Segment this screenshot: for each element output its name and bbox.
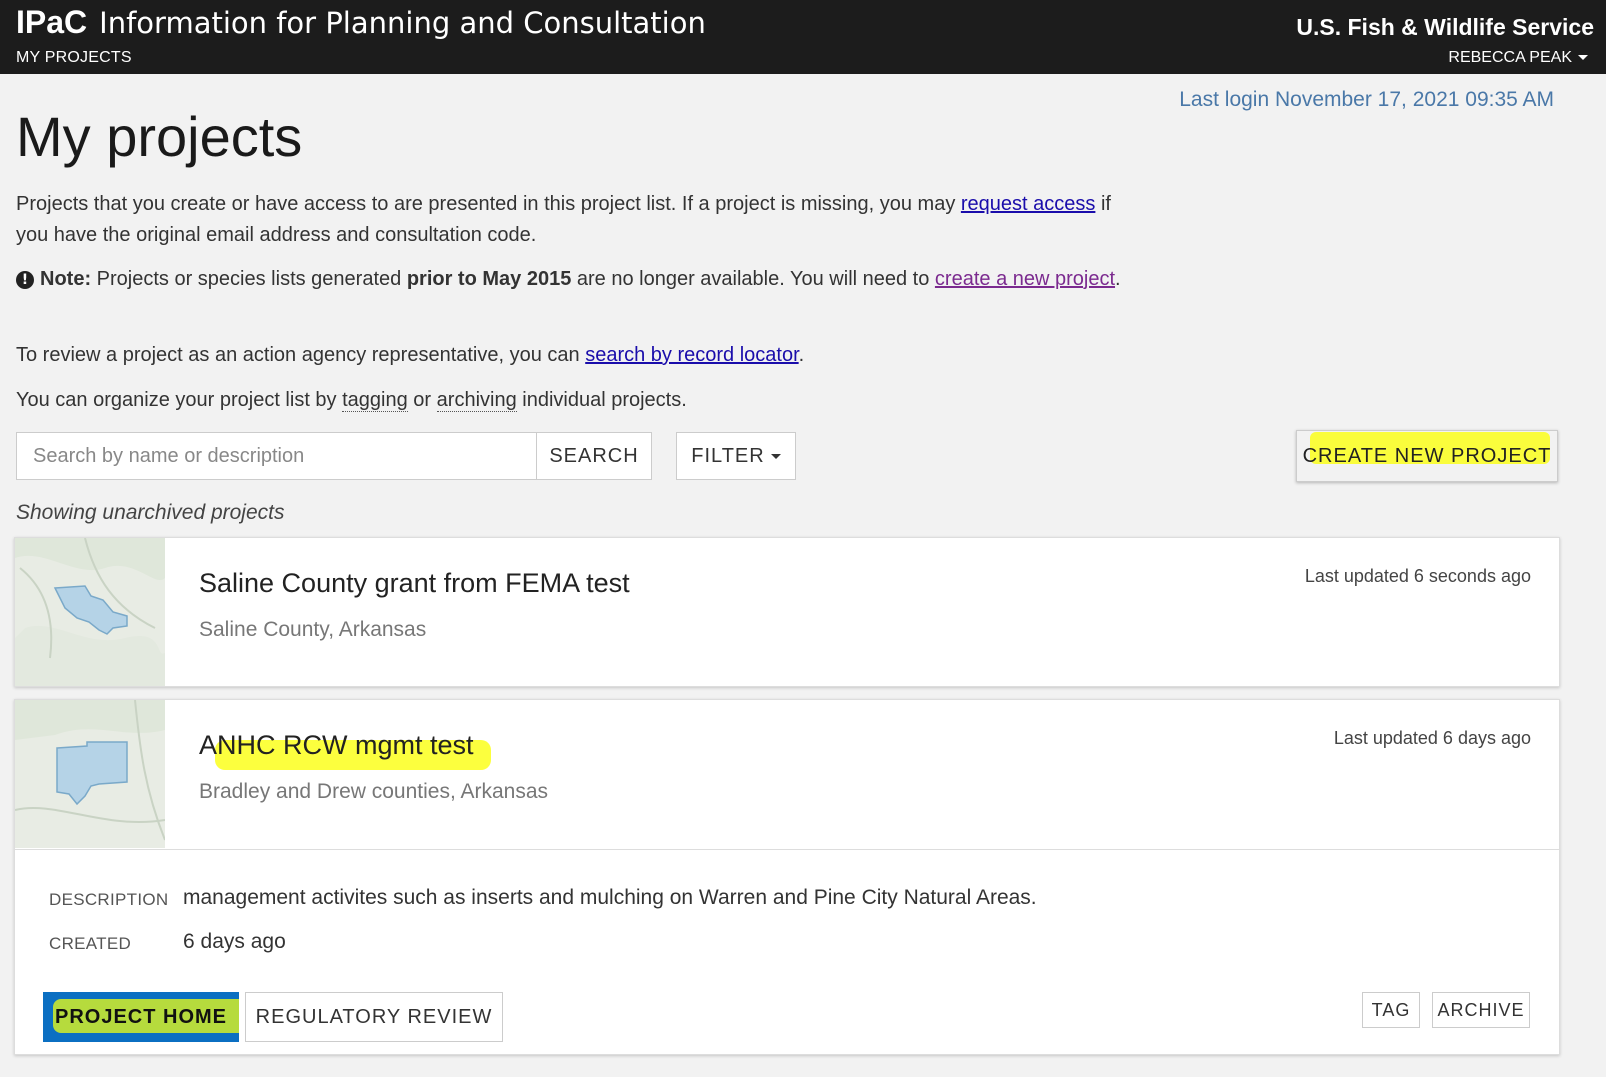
description-label: DESCRIPTION [49,890,169,909]
project-created: 6 days ago [183,930,286,953]
created-label: CREATED [49,934,132,953]
project-card[interactable]: Saline County grant from FEMA test Salin… [14,537,1560,687]
search-group: SEARCH [16,432,652,480]
regulatory-review-button[interactable]: REGULATORY REVIEW [245,992,503,1042]
project-card-expanded: ANHC RCW mgmt test Bradley and Drew coun… [14,699,1560,1055]
note-text-1: Projects or species lists generated [91,268,407,290]
project-map-thumbnail [15,700,165,848]
exclamation-circle-icon: ! [16,271,34,289]
search-button[interactable]: SEARCH [536,433,651,479]
organize-paragraph: You can organize your project list by ta… [16,385,1126,416]
nav-my-projects-link[interactable]: MY PROJECTS [16,49,132,67]
note-label: Note: [40,268,92,290]
project-location: Bradley and Drew counties, Arkansas [199,780,549,803]
project-updated: Last updated 6 seconds ago [1304,566,1531,586]
chevron-down-icon [770,453,781,459]
search-record-locator-link[interactable]: search by record locator [585,344,798,366]
filter-dropdown[interactable]: FILTER [676,432,796,480]
note-bold: prior to May 2015 [406,268,572,290]
request-access-link[interactable]: request access [961,193,1096,215]
archiving-tooltip[interactable]: archiving [436,389,517,412]
tag-button[interactable]: TAG [1362,992,1420,1028]
project-name[interactable]: ANHC RCW mgmt test [199,730,474,761]
note-paragraph: ! Note: Projects or species lists generat… [16,264,1126,295]
project-home-label: PROJECT HOME [54,1005,228,1028]
page-title: My projects [16,105,303,168]
filter-label: FILTER [691,444,765,467]
project-location: Saline County, Arkansas [199,618,427,641]
project-map-thumbnail [15,538,165,686]
organize-text-3: individual projects. [516,389,687,411]
project-home-button[interactable]: PROJECT HOME [43,992,239,1042]
project-name[interactable]: Saline County grant from FEMA test [199,568,630,599]
user-name: REBECCA PEAK [1448,49,1572,66]
intro-text-1: Projects that you create or have access … [16,193,961,215]
intro-paragraph: Projects that you create or have access … [16,189,1126,251]
user-menu[interactable]: REBECCA PEAK [1448,49,1588,67]
app-brand[interactable]: IPaC Information for Planning and Consult… [16,4,706,41]
note-end: . [1115,268,1121,290]
note-text-2: are no longer available. You will need t… [571,268,935,290]
archive-button[interactable]: ARCHIVE [1432,992,1530,1028]
create-new-project-button[interactable]: CREATE NEW PROJECT [1296,430,1558,482]
top-navbar: IPaC Information for Planning and Consult… [0,0,1606,74]
brand-short: IPaC [16,4,88,40]
last-login: Last login November 17, 2021 09:35 AM [1179,88,1554,111]
organize-text-1: You can organize your project list by [16,389,343,411]
list-filter-status: Showing unarchived projects [16,501,285,524]
organize-text-2: or [407,389,437,411]
review-text: To review a project as an action agency … [16,344,586,366]
divider [15,849,1559,850]
brand-long: Information for Planning and Consultatio… [99,6,706,40]
search-input[interactable] [17,433,536,479]
review-paragraph: To review a project as an action agency … [16,340,1126,371]
chevron-down-icon [1578,55,1588,61]
review-end: . [798,344,805,366]
project-updated: Last updated 6 days ago [1333,728,1531,748]
project-description: management activites such as inserts and… [183,886,1037,909]
tagging-tooltip[interactable]: tagging [342,389,408,412]
create-new-project-link[interactable]: create a new project [935,268,1115,290]
agency-name: U.S. Fish & Wildlife Service [1296,14,1594,40]
